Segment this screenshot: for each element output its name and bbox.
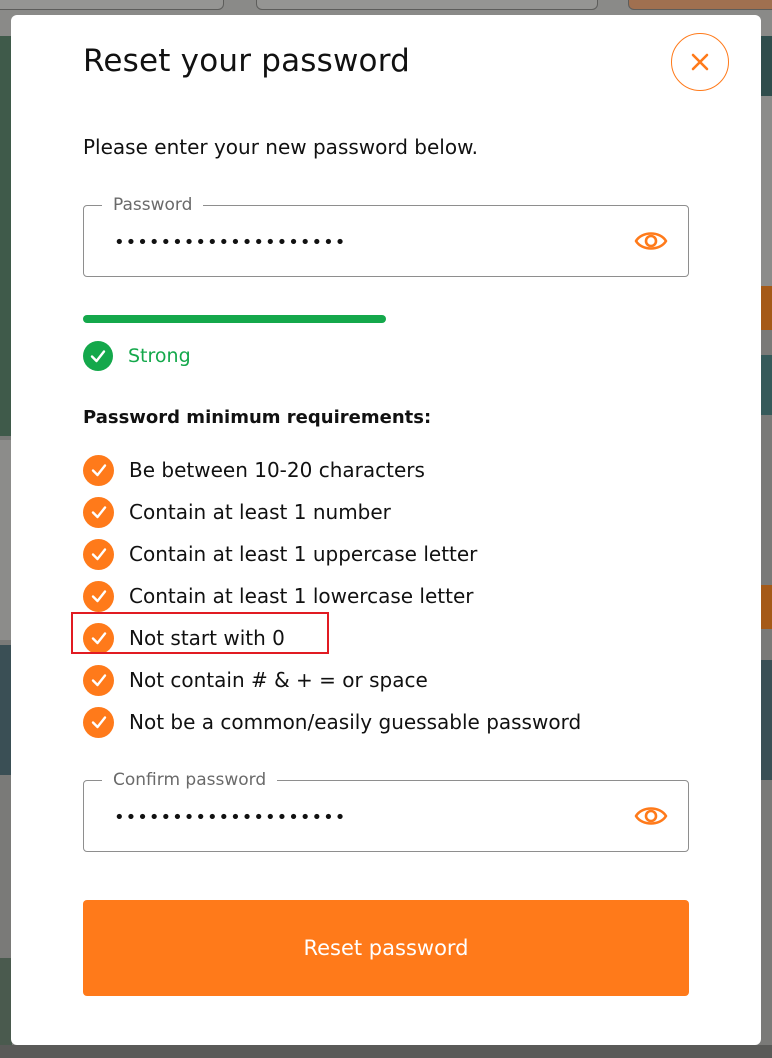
background-button (760, 286, 772, 330)
password-label: Password (102, 194, 204, 216)
modal-instructions: Please enter your new password below. (83, 135, 478, 159)
requirements-list: Be between 10-20 characters Contain at l… (83, 449, 581, 743)
background-image (760, 355, 772, 415)
requirement-text: Contain at least 1 uppercase letter (129, 542, 478, 566)
password-strength-label: Strong (128, 345, 191, 367)
check-circle-icon (83, 341, 113, 371)
background-image (760, 96, 772, 286)
modal-title: Reset your password (83, 43, 410, 79)
background-image (760, 660, 772, 780)
background-nav-pill (628, 0, 772, 10)
background-button (760, 585, 772, 629)
confirm-password-label: Confirm password (102, 769, 278, 791)
confirm-password-field: Confirm password (83, 769, 689, 852)
check-circle-icon (83, 496, 114, 528)
close-icon (691, 53, 709, 71)
eye-icon (634, 232, 668, 250)
check-circle-icon (83, 706, 114, 738)
requirement-text: Not contain # & + = or space (129, 668, 428, 692)
reset-password-button[interactable]: Reset password (83, 900, 689, 996)
requirement-item: Contain at least 1 lowercase letter (83, 575, 581, 617)
check-circle-icon (83, 664, 114, 696)
password-field: Password (83, 194, 689, 277)
eye-icon (634, 807, 668, 825)
toggle-confirm-password-visibility-button[interactable] (634, 801, 668, 831)
toggle-password-visibility-button[interactable] (634, 226, 668, 256)
highlight-annotation-box (71, 612, 329, 654)
check-circle-icon (83, 454, 114, 486)
background-footer-strip (0, 1045, 772, 1058)
requirement-text: Contain at least 1 number (129, 500, 391, 524)
reset-password-modal: Reset your password Please enter your ne… (11, 15, 761, 1045)
requirement-text: Contain at least 1 lowercase letter (129, 584, 474, 608)
background-nav-pill (256, 0, 598, 10)
requirement-item: Be between 10-20 characters (83, 449, 581, 491)
requirements-title: Password minimum requirements: (83, 407, 432, 428)
background-nav-pill (0, 0, 224, 10)
requirement-item: Not be a common/easily guessable passwor… (83, 701, 581, 743)
requirement-text: Be between 10-20 characters (129, 458, 425, 482)
confirm-password-input[interactable] (114, 802, 594, 832)
check-circle-icon (83, 580, 114, 612)
requirement-text: Not be a common/easily guessable passwor… (129, 710, 582, 734)
requirement-item: Not contain # & + = or space (83, 659, 581, 701)
check-circle-icon (83, 538, 114, 570)
password-input[interactable] (114, 227, 594, 257)
requirement-item: Contain at least 1 number (83, 491, 581, 533)
close-button[interactable] (671, 33, 729, 91)
background-image (760, 36, 772, 96)
password-strength-bar (83, 315, 386, 323)
password-strength-indicator: Strong (83, 341, 191, 371)
requirement-item: Contain at least 1 uppercase letter (83, 533, 581, 575)
